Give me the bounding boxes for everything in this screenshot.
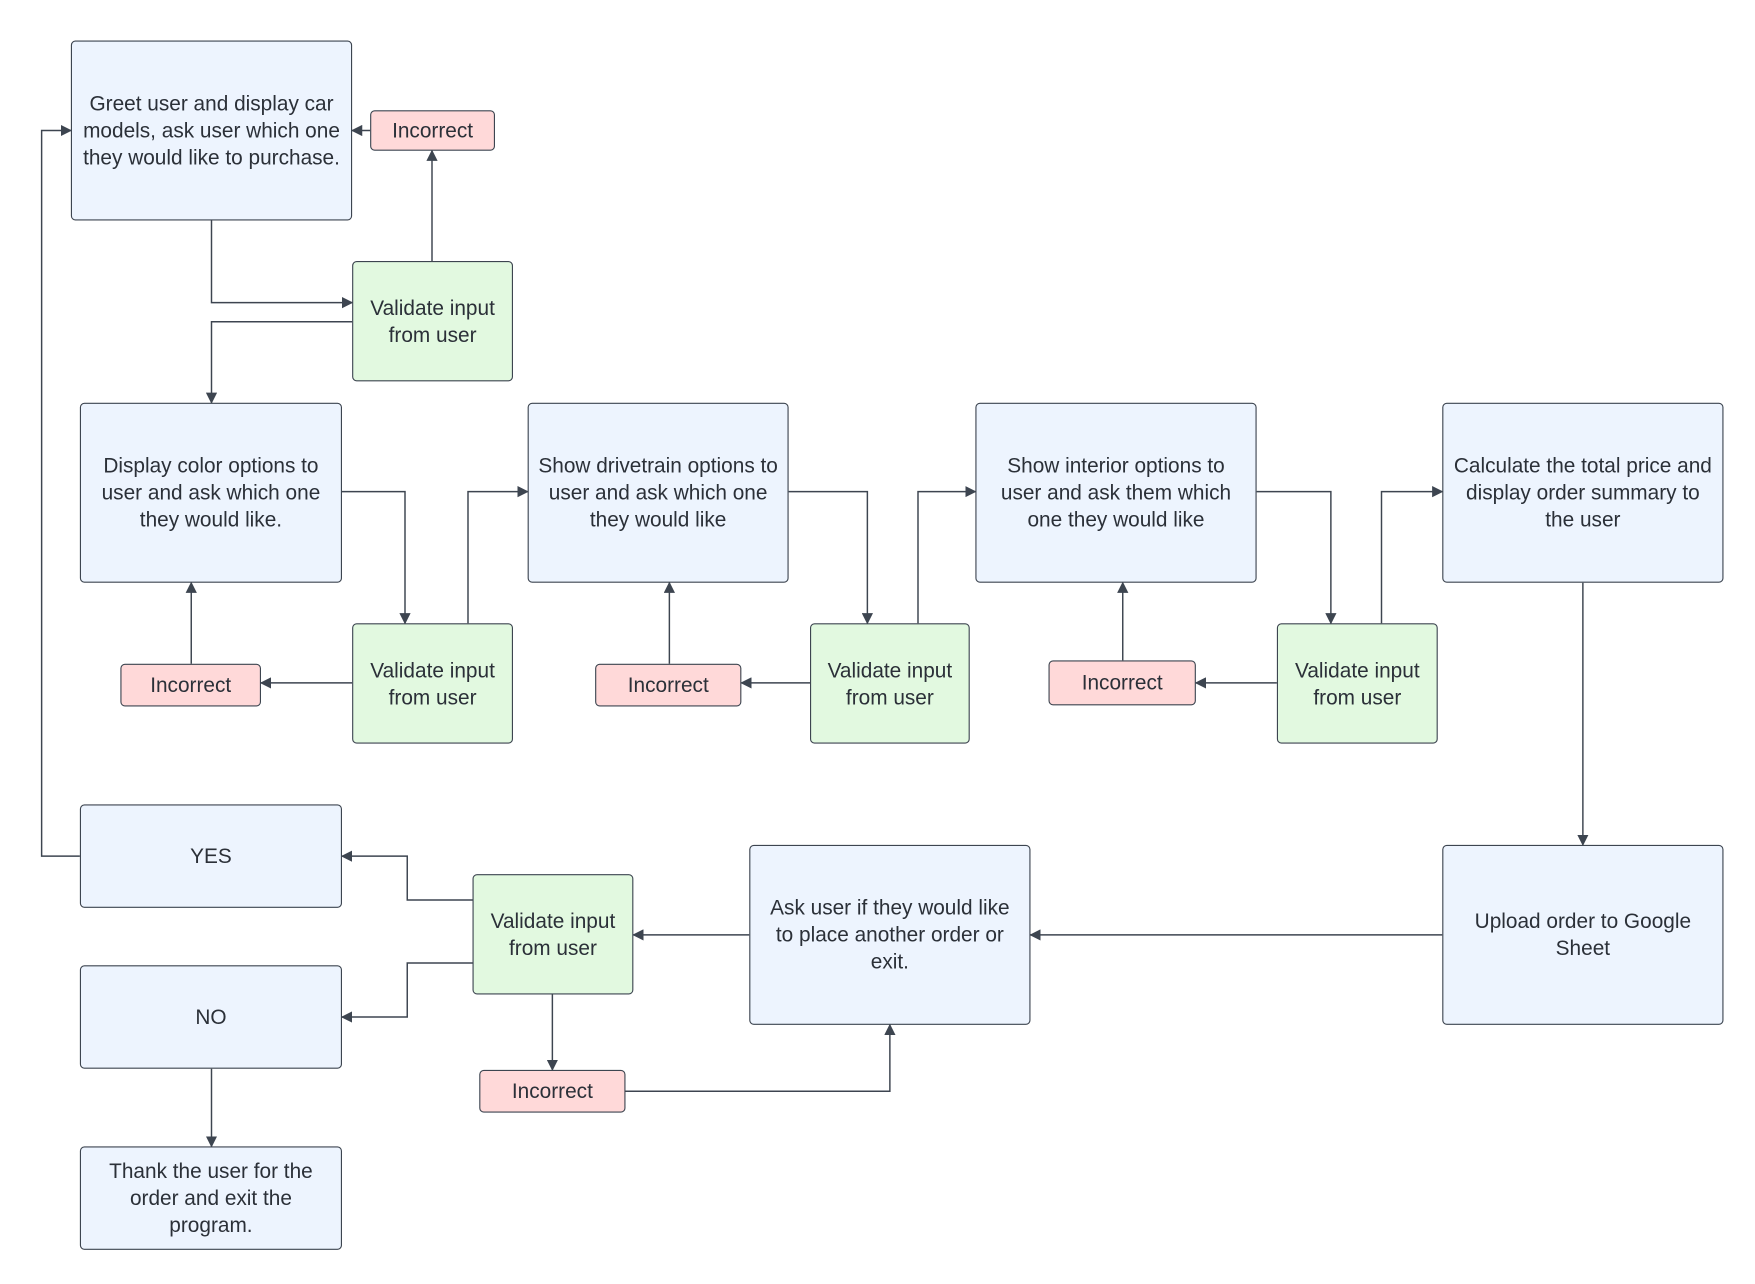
- node-label: Validate input from user: [827, 657, 953, 709]
- node-thank: Thank the user for the order and exit th…: [79, 1146, 342, 1250]
- node-no: NO: [79, 965, 342, 1069]
- node-color: Display color options to user and ask wh…: [79, 402, 342, 583]
- arrow-validate-2-to-drivetrain: [467, 486, 529, 624]
- node-label: Thank the user for the order and exit th…: [109, 1158, 313, 1237]
- arrow-drivetrain-to-validate-3: [788, 490, 873, 625]
- node-label: Incorrect: [1081, 670, 1163, 695]
- node-upload: Upload order to Google Sheet: [1442, 844, 1724, 1025]
- node-label: Validate input from user: [370, 657, 495, 709]
- node-incorrect-1: Incorrect: [370, 110, 495, 151]
- node-label: Calculate the total price and display or…: [1453, 453, 1712, 531]
- arrow-color-to-validate-2: [342, 490, 411, 625]
- node-ask-again: Ask user if they would like to place ano…: [749, 844, 1031, 1025]
- arrow-validate-1-to-color: [205, 321, 353, 404]
- node-yes: YES: [79, 804, 342, 908]
- arrow-validate-4-to-calculate: [1380, 486, 1444, 624]
- arrow-validate-3-to-interior: [917, 486, 977, 624]
- arrow-interior-to-validate-4: [1256, 490, 1337, 625]
- arrow-greet-to-validate-1: [210, 220, 354, 309]
- node-label: Incorrect: [392, 118, 474, 142]
- node-incorrect-4: Incorrect: [1048, 660, 1196, 706]
- arrow-incorrect-5-to-ask-again: [625, 1023, 896, 1092]
- arrow-validate-5-to-yes: [340, 850, 473, 901]
- node-label: Greet user and display car models, ask u…: [83, 91, 340, 169]
- node-label: Incorrect: [511, 1078, 593, 1103]
- node-label: Validate input from user: [1295, 657, 1420, 709]
- arrow-yes-to-greet: [40, 124, 80, 857]
- node-label: Show drivetrain options to user and ask …: [538, 453, 778, 531]
- node-label: Validate input from user: [490, 908, 616, 960]
- node-label: Ask user if they would like to place ano…: [770, 895, 1010, 974]
- node-validate-3: Validate input from user: [810, 623, 970, 744]
- node-label: Incorrect: [627, 672, 709, 697]
- node-label: Upload order to Google Sheet: [1474, 909, 1692, 960]
- node-label: YES: [190, 843, 232, 868]
- node-label: Incorrect: [150, 672, 232, 697]
- node-drivetrain: Show drivetrain options to user and ask …: [527, 402, 789, 583]
- node-label: Validate input from user: [370, 295, 495, 346]
- node-greet: Greet user and display car models, ask u…: [70, 40, 353, 221]
- node-validate-4: Validate input from user: [1276, 623, 1438, 744]
- node-interior: Show interior options to user and ask th…: [975, 402, 1257, 583]
- node-label: Display color options to user and ask wh…: [101, 453, 321, 531]
- node-incorrect-5: Incorrect: [479, 1069, 626, 1113]
- node-validate-2: Validate input from user: [352, 623, 513, 744]
- node-label: NO: [195, 1004, 227, 1029]
- node-validate-1: Validate input from user: [352, 261, 513, 382]
- node-validate-5: Validate input from user: [472, 874, 634, 995]
- node-incorrect-2: Incorrect: [120, 663, 261, 707]
- node-label: Show interior options to user and ask th…: [1000, 453, 1232, 531]
- flowchart: Greet user and display car models, ask u…: [0, 0, 1755, 1284]
- node-incorrect-3: Incorrect: [595, 663, 742, 707]
- node-calculate: Calculate the total price and display or…: [1442, 402, 1724, 583]
- arrow-validate-5-to-no: [340, 962, 473, 1023]
